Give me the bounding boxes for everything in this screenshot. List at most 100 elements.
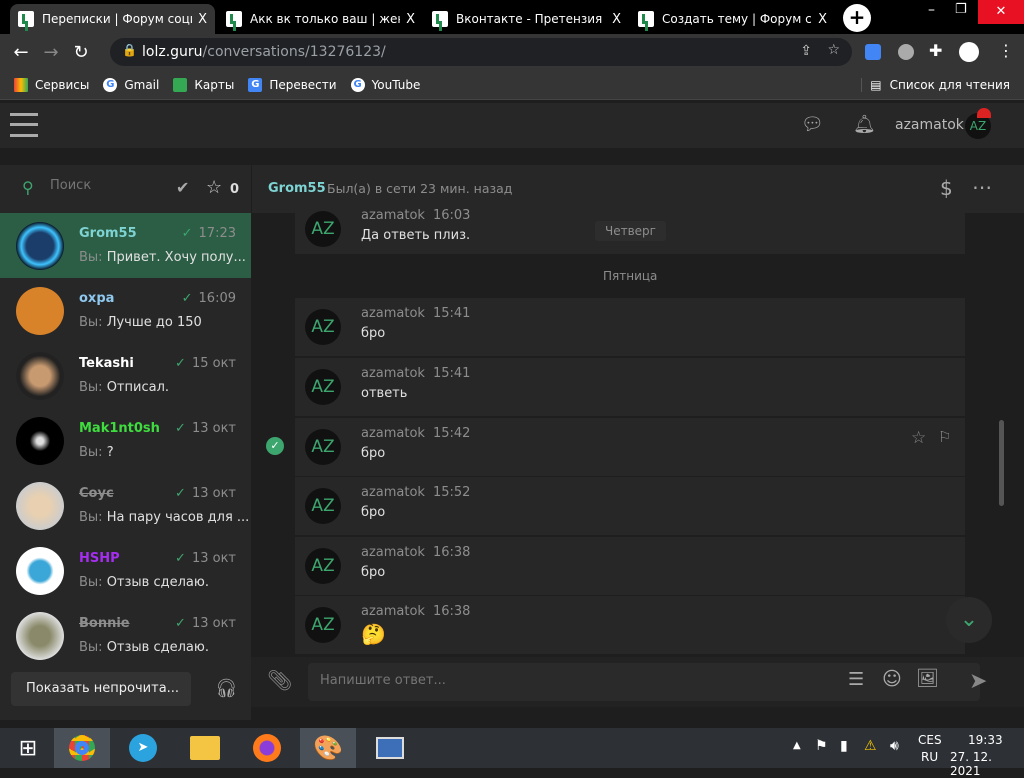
bookmark-maps[interactable]: Карты xyxy=(173,77,234,92)
star-icon[interactable]: ☆ xyxy=(206,177,222,198)
mark-read-icon[interactable]: ✔︎ xyxy=(176,178,189,197)
message: AZ azamatok 15:41 ответь xyxy=(295,358,965,416)
share-icon[interactable]: ⇪ xyxy=(800,43,812,59)
browser-tab[interactable]: Вконтакте - Претензия к СX xyxy=(424,4,629,34)
battery-icon[interactable]: ▮ xyxy=(840,738,848,754)
bookmark-services[interactable]: Сервисы xyxy=(14,77,89,92)
close-tab-icon[interactable]: X xyxy=(612,12,621,27)
firefox-taskbar-icon[interactable] xyxy=(239,728,295,768)
close-tab-icon[interactable]: X xyxy=(818,12,827,27)
bell-icon[interactable]: 🔔︎ xyxy=(853,114,876,135)
avatar[interactable]: AZ xyxy=(305,607,341,643)
chrome-taskbar-icon[interactable] xyxy=(54,728,110,768)
keyboard-layout[interactable]: CES xyxy=(918,733,942,747)
bookmark-youtube[interactable]: G YouTube xyxy=(350,77,420,92)
sidebar-search-row: ⚲ ✔︎ ☆ 0 xyxy=(0,165,251,213)
reply-input[interactable] xyxy=(320,673,820,688)
conversation-item[interactable]: Mak1nt0sh ✓ 13 окт Вы: ? xyxy=(0,408,251,473)
scrollbar[interactable] xyxy=(999,420,1004,506)
attach-paperclip-icon[interactable]: 📎︎ xyxy=(267,668,292,692)
paint-taskbar-icon[interactable]: 🎨 xyxy=(300,728,356,768)
network-warning-icon[interactable]: ⚠ xyxy=(864,738,877,754)
username-link[interactable]: azamatok xyxy=(895,117,964,133)
show-unread-button[interactable]: Показать непрочита... xyxy=(11,672,191,706)
apps-grid-icon xyxy=(14,77,28,92)
dollar-icon[interactable]: $ xyxy=(940,176,953,200)
close-window-button[interactable]: ✕ xyxy=(978,0,1024,24)
avatar[interactable]: AZ xyxy=(305,369,341,405)
restore-button[interactable]: ❐ xyxy=(955,2,967,17)
windows-taskbar: ⊞ ➤ 🎨 ▲ ⚑ ▮ ⚠ 🔊︎ CES RU 19:33 27. 12. 20… xyxy=(0,728,1024,778)
translate-extension-icon[interactable] xyxy=(865,44,881,60)
hamburger-menu-icon[interactable] xyxy=(10,113,38,137)
profile-icon[interactable] xyxy=(959,42,979,62)
list-format-icon[interactable]: ☰ xyxy=(848,669,864,690)
star-message-icon[interactable]: ☆ xyxy=(911,428,926,448)
clock-date[interactable]: 27. 12. 2021 xyxy=(950,750,1024,778)
read-check-icon: ✓ xyxy=(175,421,186,436)
bookmark-translate[interactable]: G Перевести xyxy=(248,77,337,92)
browser-tab[interactable]: Переписки | Форум социа X xyxy=(10,4,215,34)
conversation-item[interactable]: Cоус ✓ 13 окт Вы: На пару часов для ... xyxy=(0,473,251,538)
site-favicon-icon xyxy=(18,11,34,27)
bookmark-gmail[interactable]: G Gmail xyxy=(103,77,159,92)
remote-desktop-taskbar-icon[interactable] xyxy=(362,728,418,768)
conversation-time: ✓ 13 окт xyxy=(175,486,236,501)
minimize-button[interactable]: – xyxy=(928,2,935,18)
extension-icon[interactable] xyxy=(898,44,914,60)
avatar[interactable]: AZ xyxy=(305,309,341,345)
message-meta: azamatok 16:03 xyxy=(361,208,471,223)
conversation-item[interactable]: HSHP ✓ 13 окт Вы: Отзыв сделаю. xyxy=(0,538,251,603)
read-check-icon: ✓ xyxy=(175,616,186,631)
start-windows-icon[interactable]: ⊞ xyxy=(0,728,56,768)
avatar[interactable]: AZ xyxy=(305,548,341,584)
avatar[interactable]: AZ xyxy=(305,488,341,524)
bookmark-star-icon[interactable]: ☆ xyxy=(827,42,840,58)
conversation-item[interactable]: oxpa ✓ 16:09 Вы: Лучше до 150 xyxy=(0,278,251,343)
report-flag-icon[interactable]: ⚐ xyxy=(938,428,951,446)
volume-icon[interactable]: 🔊︎ xyxy=(890,738,899,754)
star-count: 0 xyxy=(230,182,240,197)
close-tab-icon[interactable]: X xyxy=(406,12,415,27)
input-language[interactable]: RU xyxy=(921,750,938,764)
telegram-taskbar-icon[interactable]: ➤ xyxy=(115,728,171,768)
avatar[interactable]: AZ xyxy=(305,429,341,465)
more-options-icon[interactable]: ⋯ xyxy=(972,175,992,199)
action-center-flag-icon[interactable]: ⚑ xyxy=(815,738,828,754)
send-icon[interactable]: ➤ xyxy=(969,669,987,694)
browser-tab[interactable]: Акк вк только ваш | женс X xyxy=(218,4,423,34)
conversation-item[interactable]: Bonnie ✓ 13 окт Вы: Отзыв сделаю. xyxy=(0,603,251,668)
close-tab-icon[interactable]: X xyxy=(198,12,207,27)
reading-list-button[interactable]: ▤ Список для чтения xyxy=(861,77,1010,92)
headphones-icon[interactable]: 🎧︎ xyxy=(215,678,238,699)
new-tab-button[interactable]: + xyxy=(843,4,871,32)
message-text: Да ответь плиз. xyxy=(361,228,471,243)
forward-icon[interactable]: → xyxy=(36,42,66,63)
back-icon[interactable]: ← xyxy=(6,42,36,63)
reload-icon[interactable]: ↻ xyxy=(66,42,96,63)
chat-bubble-icon[interactable]: 💬︎ xyxy=(801,114,824,135)
message: AZ azamatok 16:38 🤔 xyxy=(295,596,965,654)
address-bar-row: ← → ↻ 🔒 lolz.guru/conversations/13276123… xyxy=(0,34,1024,70)
day-separator: Четверг xyxy=(595,221,666,241)
select-message-checkbox[interactable]: ✓ xyxy=(266,437,284,455)
image-icon[interactable]: 🖼︎ xyxy=(916,668,939,689)
conversation-item[interactable]: Grom55 ✓ 17:23 Вы: Привет. Хочу полу... xyxy=(0,213,251,278)
emoji-icon[interactable]: ☺ xyxy=(882,668,902,690)
avatar[interactable]: AZ xyxy=(305,211,341,247)
menu-kebab-icon[interactable]: ⋮ xyxy=(998,41,1014,60)
file-explorer-taskbar-icon[interactable] xyxy=(177,728,233,768)
puzzle-extensions-icon[interactable]: ✚ xyxy=(929,41,942,60)
search-input[interactable] xyxy=(50,178,160,193)
conversation-item[interactable]: Tekashi ✓ 15 окт Вы: Отписал. xyxy=(0,343,251,408)
tray-overflow-icon[interactable]: ▲ xyxy=(793,740,801,751)
maps-icon xyxy=(173,77,188,92)
partner-name[interactable]: Grom55 xyxy=(268,181,326,196)
scroll-down-button[interactable]: ⌄ xyxy=(946,597,992,643)
google-icon: G xyxy=(103,77,118,92)
url-input[interactable]: 🔒 lolz.guru/conversations/13276123/ ⇪ ☆ xyxy=(110,38,852,66)
browser-tab[interactable]: Создать тему | Форум соц X xyxy=(630,4,835,34)
clock-time[interactable]: 19:33 xyxy=(968,733,1003,747)
conversation-preview: Вы: Отзыв сделаю. xyxy=(79,640,209,655)
bookmarks-bar: Сервисы G Gmail Карты G Перевести G YouTube… xyxy=(0,70,1024,100)
